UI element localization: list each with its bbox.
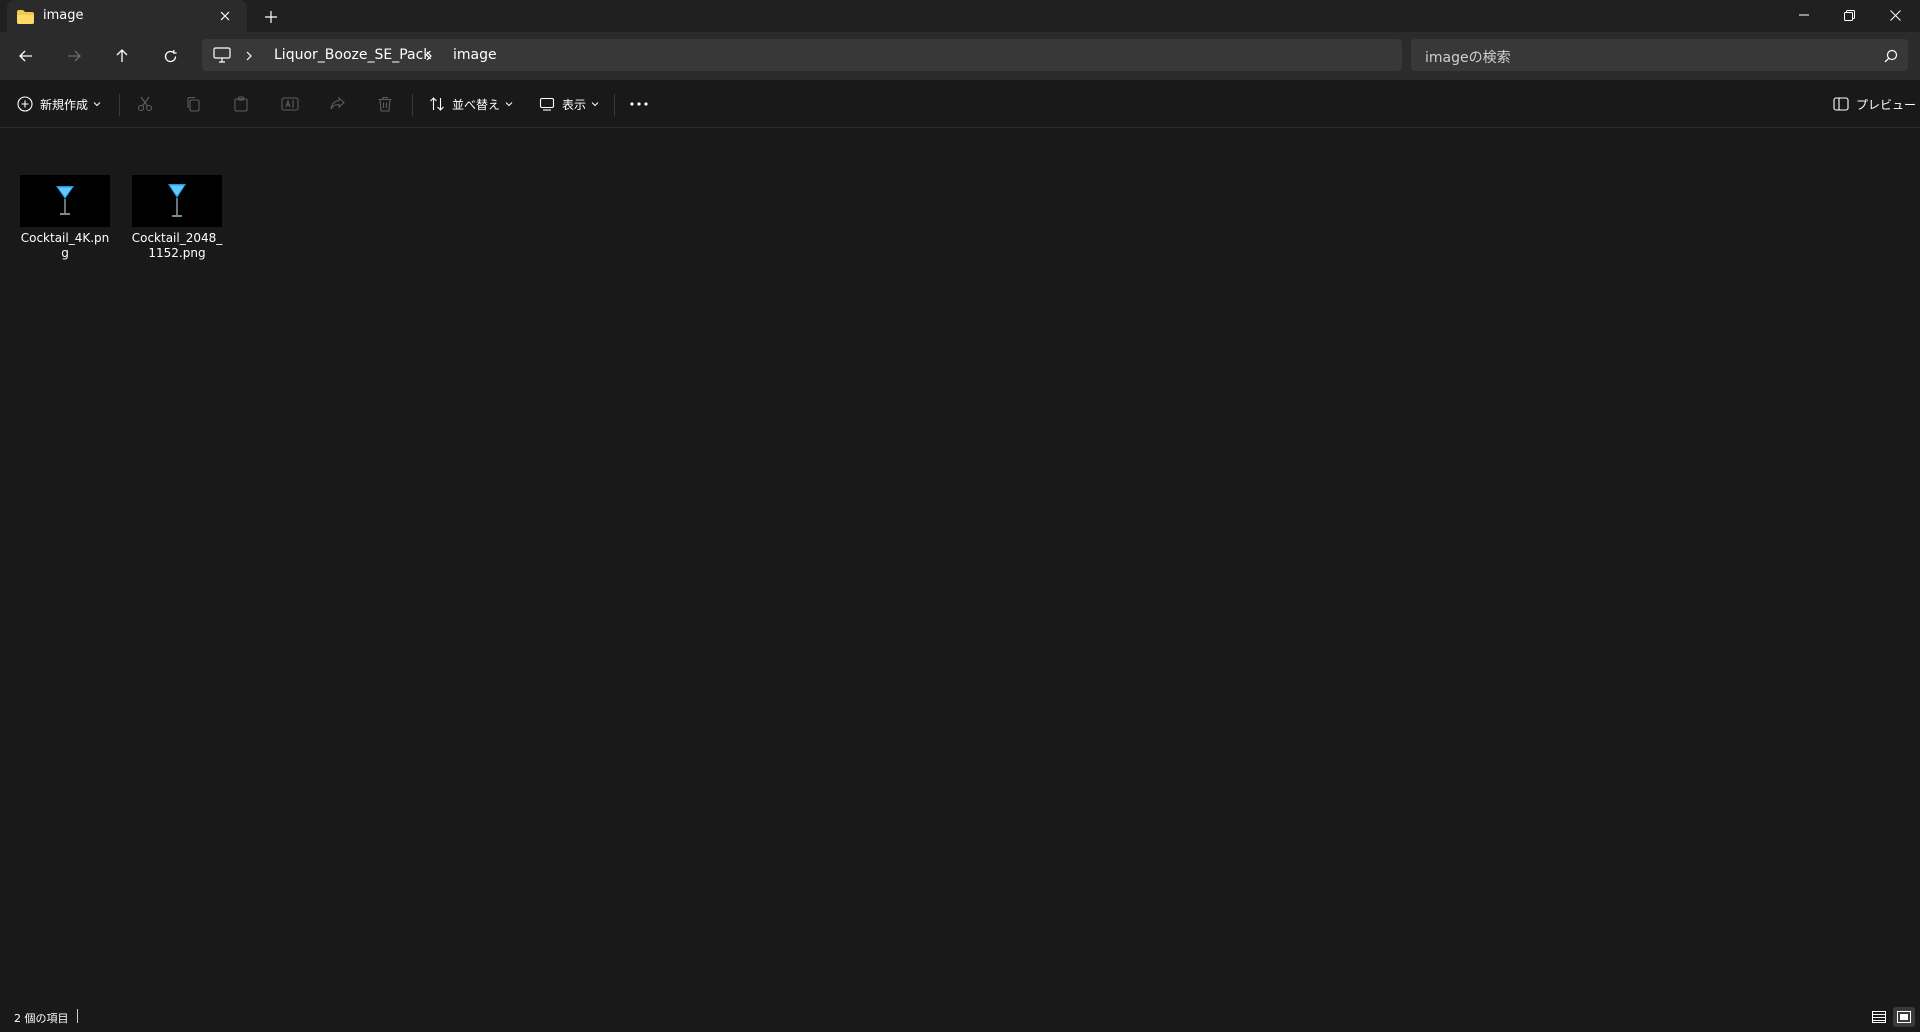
view-label: 表示 [562,97,587,112]
chevron-down-icon [505,102,513,107]
preview-label: プレビュー [1856,97,1917,112]
sort-arrows-icon [428,95,446,113]
cocktail-glass-icon [56,186,74,215]
more-options-icon[interactable] [630,88,648,120]
file-item[interactable]: Cocktail_2048_1152.png [127,175,227,261]
view-icon [538,95,556,113]
file-list-area[interactable]: Cocktail_4K.png Cocktail_2048_1152.png [0,129,1920,1002]
delete-icon[interactable] [377,88,393,120]
new-button[interactable]: 新規作成 [16,88,101,120]
file-item[interactable]: Cocktail_4K.png [15,175,115,261]
preview-pane-icon [1832,95,1850,113]
preview-pane-button[interactable]: プレビュー [1832,88,1916,120]
tab-close-icon[interactable] [215,6,235,26]
image-thumbnail [132,175,222,227]
tab-title: image [43,8,84,23]
forward-arrow-icon[interactable] [58,40,90,72]
chevron-down-icon [93,102,101,107]
breadcrumb-chevron-icon[interactable] [242,48,256,62]
sort-button[interactable]: 並べ替え [428,88,513,120]
breadcrumb-item[interactable]: Liquor_Booze_SE_Pack [274,47,431,63]
restore-icon[interactable] [1826,0,1872,30]
file-explorer-window: image Liquor_Booze_SE_Pack image imageの検… [0,0,1920,1032]
large-icons-view-icon[interactable] [1893,1007,1915,1027]
chevron-down-icon [591,102,599,107]
minimize-icon[interactable] [1781,0,1827,30]
breadcrumb-chevron-icon[interactable] [422,48,436,62]
sort-label: 並べ替え [452,97,501,112]
view-button[interactable]: 表示 [538,88,599,120]
folder-icon [17,9,34,24]
search-icon[interactable] [1884,48,1898,63]
search-placeholder: imageの検索 [1425,50,1511,66]
details-view-icon[interactable] [1868,1007,1890,1027]
tab-image[interactable]: image [7,0,247,32]
divider [119,94,120,116]
new-label: 新規作成 [40,97,89,112]
file-name: Cocktail_4K.png [20,231,110,260]
image-thumbnail [20,175,110,227]
file-name: Cocktail_2048_1152.png [131,231,223,260]
rename-icon[interactable] [281,88,299,120]
status-bar: 2 個の項目 [0,1002,1920,1032]
window-close-icon[interactable] [1872,0,1918,30]
divider [412,94,413,116]
share-icon[interactable] [329,88,345,120]
copy-icon[interactable] [185,88,201,120]
paste-icon[interactable] [233,88,249,120]
up-arrow-icon[interactable] [106,40,138,72]
navigation-bar: Liquor_Booze_SE_Pack image imageの検索 [0,32,1920,80]
item-count: 2 個の項目 [14,1012,69,1025]
command-bar: 新規作成 並べ替え 表示 プレビュー [0,80,1920,128]
cut-icon[interactable] [137,88,153,120]
cocktail-glass-icon [168,184,186,217]
divider [614,94,615,116]
search-box[interactable]: imageの検索 [1411,39,1908,71]
computer-icon[interactable] [213,47,231,63]
title-bar: image [0,0,1920,32]
new-tab-plus-icon[interactable] [260,6,282,28]
breadcrumb-item[interactable]: image [453,47,497,63]
plus-circle-icon [16,95,34,113]
status-divider [77,1009,78,1023]
back-arrow-icon[interactable] [10,40,42,72]
refresh-icon[interactable] [154,40,186,72]
address-bar[interactable]: Liquor_Booze_SE_Pack image [202,39,1402,71]
